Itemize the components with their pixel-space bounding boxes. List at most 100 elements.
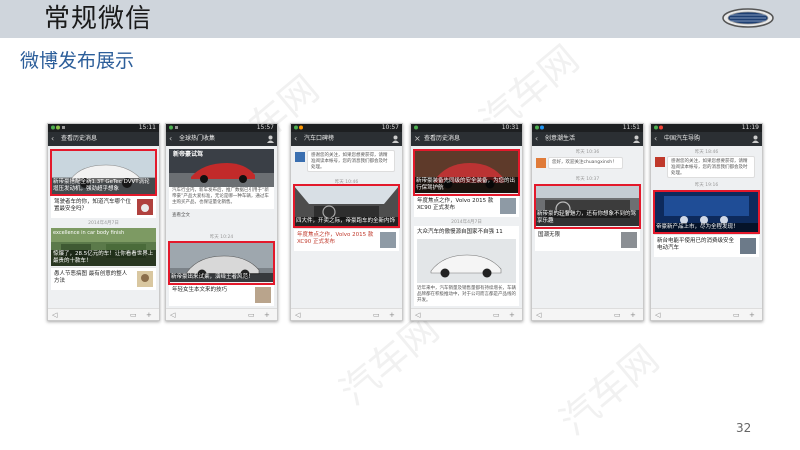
phone-screenshot: 15:11 ‹ 查看历史消息 新带豪搭配全新1.3T GeTec DVVT涡轮增… [47,123,160,321]
article-row[interactable]: 驾驶者车的你，知道汽车哪个位置最安全吗？ [51,195,156,218]
plus-icon[interactable]: + [146,311,152,319]
keyboard-icon[interactable]: ▭ [493,311,500,319]
bottom-bar: ◁ ▭ + [291,308,402,320]
bottom-bar: ◁ ▭ + [166,308,277,320]
notification-icon [294,125,303,130]
keyboard-icon[interactable]: ▭ [733,311,740,319]
article-title: 年度焦点之作，Volvo 2015 款 XC90 正式发布 [297,232,374,245]
voice-icon[interactable]: ◁ [415,311,420,319]
article-title: 年轻女生本文来的技巧 [172,287,228,293]
nav-title: 全球热门收集 [179,135,216,142]
nav-bar: × 查看历史消息 [411,132,522,146]
slide-subtitle: 微博发布展示 [20,50,135,72]
article-caption: 新带豪搭配全新1.3T GeTec DVVT涡轮增压发动机，强劲超乎想象 [51,178,156,194]
article-row[interactable]: 年度焦点之作，Volvo 2015 款 XC90 正式发布 [414,194,519,217]
plus-icon[interactable]: + [509,311,515,319]
nav-title: 中国汽车导购 [664,135,701,142]
keyboard-icon[interactable]: ▭ [373,311,380,319]
notification-icon [51,125,65,130]
article-caption: 四大件，开卖之际，帝豪跑车的全新内饰 [294,217,399,226]
page-number: 32 [736,421,752,435]
article-row[interactable]: 愚人节恶搞图 最有创意的整人方法 [51,267,156,290]
article-row[interactable]: 年度焦点之作，Volvo 2015 款 XC90 正式发布 [294,228,399,251]
lead-article-card[interactable]: 新带豪搭配全新1.3T GeTec DVVT涡轮增压发动机，强劲超乎想象 [51,149,156,194]
status-bar: 10:57 [291,124,402,132]
chat-content: 感谢您的关注，如果您想要获得，请精准阅读本帐号，您的消息我们都会及时处理。 昨天… [291,146,402,308]
nav-bar: ‹ 查看历史消息 [48,132,159,146]
keyboard-icon[interactable]: ▭ [130,311,137,319]
article-card[interactable]: 新带豪的轻奢魅力，还有你想象不到的驾享乐趣 [535,184,640,226]
article-thumbnail [621,232,637,248]
notification-icon [169,125,178,130]
read-more-link[interactable]: 查看全文 [172,213,190,219]
car-photo [417,239,516,283]
keyboard-icon[interactable]: ▭ [614,311,621,319]
bottom-bar: ◁ ▭ + [411,308,522,320]
chat-content: 昨天 10:36 您好，欢迎关注chuangxinsh！ 昨天 10:37 新带… [532,146,643,308]
nav-bar: ‹ 汽车口碑榜 [291,132,402,146]
phone-screenshot: 10:57 ‹ 汽车口碑榜 感谢您的关注，如果您想要获得，请精准阅读本帐号，您的… [290,123,403,321]
plus-icon[interactable]: + [389,311,395,319]
article-title: 国潮无限 [538,232,561,238]
article-thumbnail [500,198,516,214]
back-icon[interactable]: ‹ [535,135,542,143]
profile-icon[interactable] [392,135,399,143]
article-card[interactable]: 大众汽车的傲慢源自国家不自强 11 近年来中，汽车销量及销售量都有持续增长，车辆… [414,226,519,306]
brand-logo [722,8,774,28]
profile-icon[interactable] [267,135,274,143]
status-time: 15:11 [138,124,156,131]
article-title: 愚人节恶搞图 最有创意的整人方法 [54,271,128,284]
status-time: 10:31 [501,124,519,131]
voice-icon[interactable]: ◁ [170,311,175,319]
back-icon[interactable]: ‹ [654,135,661,143]
timestamp: 昨天 10:37 [575,177,600,182]
voice-icon[interactable]: ◁ [52,311,57,319]
bottom-bar: ◁ ▭ + [48,308,159,320]
voice-icon[interactable]: ◁ [295,311,300,319]
article-card[interactable]: 四大件，开卖之际，帝豪跑车的全新内饰 [294,186,399,226]
chat-content: 新帝豪试驾 汽车行业内，新车发布后，推广数据已引用于“新帝豪”产品大爱标准，无论… [166,146,277,308]
image-label: 新帝豪试驾 [173,151,204,158]
article-card[interactable]: 新帝豪出来试乘，演绎王者风范！ [169,242,274,282]
back-icon[interactable]: ‹ [51,135,58,143]
article-card[interactable]: excellence in car body finish 惊爆了，28.5亿元… [51,228,156,266]
nav-bar: ‹ 创意潮生活 [532,132,643,146]
bottom-bar: ◁ ▭ + [532,308,643,320]
article-card[interactable]: 新帝豪试驾 汽车行业内，新车发布后，推广数据已引用于“新帝豪”产品大爱标准，无论… [169,149,274,209]
status-bar: 11:51 [532,124,643,132]
article-summary: 汽车行业内，新车发布后，推广数据已引用于“新帝豪”产品大爱标准，无论是哪一种车辆… [172,188,269,205]
lead-article-card[interactable]: 新带豪装备先同级的安全装备，为您的出行保驾护航 [414,149,519,193]
keyboard-icon[interactable]: ▭ [248,311,255,319]
article-title: 驾驶者车的你，知道汽车哪个位置最安全吗？ [54,199,132,212]
nav-title: 查看历史消息 [424,135,461,142]
timestamp: 昨天 10:46 [334,180,359,185]
back-icon[interactable]: ‹ [169,135,176,143]
article-row[interactable]: 年轻女生本文来的技巧 [169,283,274,306]
article-row[interactable]: 新台电能平使用已的消费级安全电动汽车 [654,234,759,257]
status-bar: 10:31 [411,124,522,132]
phone-screenshot: 10:31 × 查看历史消息 新带豪装备先同级的安全装备，为您的出行保驾护航 年… [410,123,523,321]
nav-bar: ‹ 全球热门收集 [166,132,277,146]
chat-content: 昨天 18:46 感谢您的关注，如果您想要获得，请精准阅读本帐号，您的消息我们都… [651,146,762,308]
profile-icon[interactable] [752,135,759,143]
article-caption: 帝豪新产品上市，尽为全程发现！ [654,223,759,232]
plus-icon[interactable]: + [630,311,636,319]
article-thumbnail [255,287,271,303]
account-avatar [295,152,305,162]
account-avatar [655,157,665,167]
close-icon[interactable]: × [414,135,421,143]
nav-title: 查看历史消息 [61,135,98,142]
plus-icon[interactable]: + [264,311,270,319]
profile-icon[interactable] [633,135,640,143]
article-row[interactable]: 国潮无限 [535,228,640,251]
message-bubble: 感谢您的关注，如果您想要获得，请精准阅读本帐号，您的消息我们都会及时处理。 [667,156,755,178]
slide-title: 常规微信 [44,4,153,34]
timestamp: 昨天 10:36 [575,150,600,155]
voice-icon[interactable]: ◁ [536,311,541,319]
article-card[interactable]: 帝豪新产品上市，尽为全程发现！ [654,190,759,232]
status-bar: 15:11 [48,124,159,132]
back-icon[interactable]: ‹ [294,135,301,143]
plus-icon[interactable]: + [749,311,755,319]
nav-bar: ‹ 中国汽车导购 [651,132,762,146]
voice-icon[interactable]: ◁ [655,311,660,319]
